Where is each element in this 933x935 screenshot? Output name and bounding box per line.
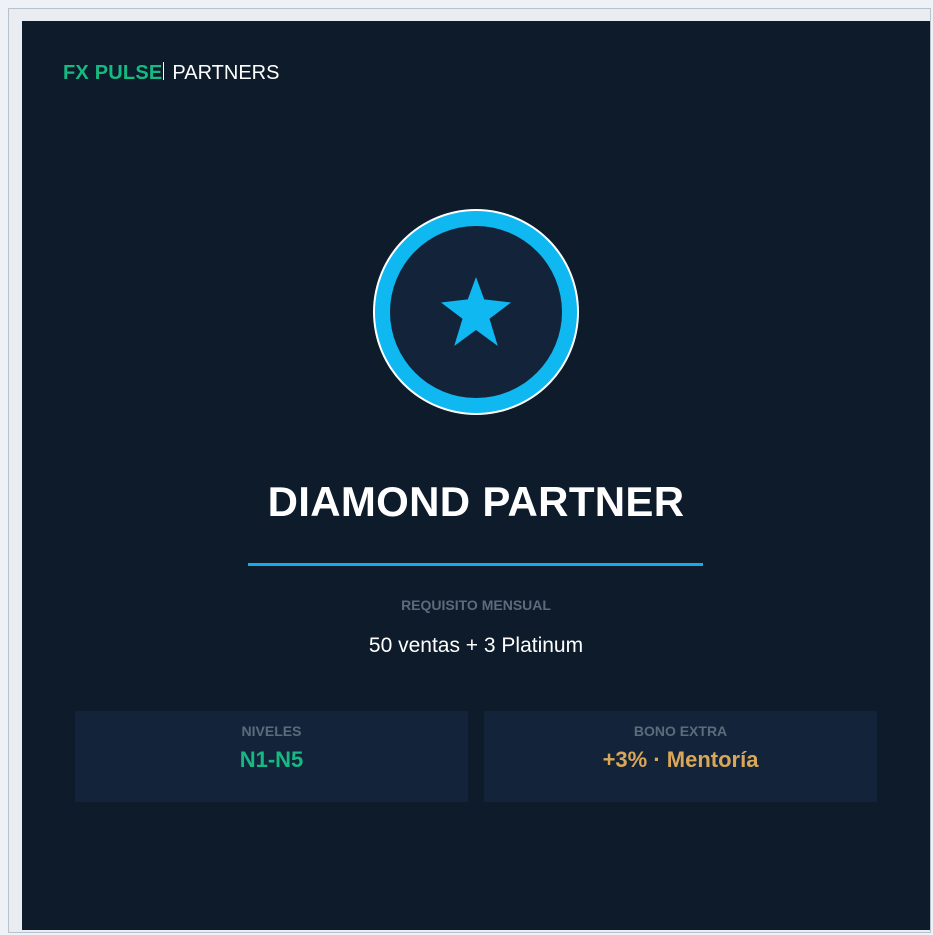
brand-subtitle: PARTNERS bbox=[172, 62, 280, 84]
stat-card-bonus: BONO EXTRA +3% · Mentoría bbox=[484, 711, 877, 802]
requirement-label: REQUISITO MENSUAL bbox=[401, 597, 551, 613]
brand-name: FX PULSE bbox=[63, 62, 163, 84]
partner-tier-card: FX PULSE PARTNERS DIAMOND PARTNER REQUISI… bbox=[22, 21, 930, 930]
brand-logo: FX PULSE PARTNERS bbox=[63, 61, 279, 85]
stat-label: NIVELES bbox=[241, 723, 302, 739]
stat-card-levels: NIVELES N1-N5 bbox=[75, 711, 468, 802]
stat-label: BONO EXTRA bbox=[633, 723, 728, 739]
tier-medal bbox=[373, 209, 579, 415]
stat-value: N1-N5 bbox=[239, 747, 304, 772]
brand-divider bbox=[163, 62, 165, 80]
tier-title: DIAMOND PARTNER bbox=[267, 478, 685, 525]
stat-value: +3% · Mentoría bbox=[602, 747, 759, 772]
title-divider bbox=[248, 563, 703, 566]
requirement-value: 50 ventas + 3 Platinum bbox=[368, 634, 584, 657]
